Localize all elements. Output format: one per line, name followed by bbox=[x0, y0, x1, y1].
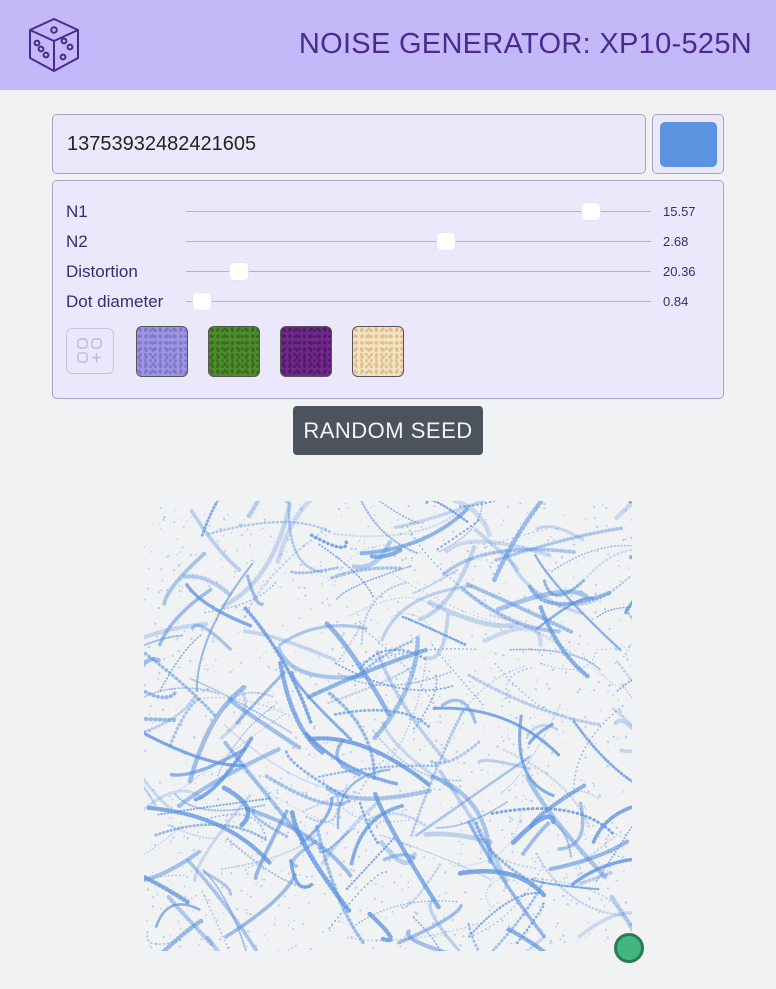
slider-track[interactable] bbox=[186, 263, 651, 280]
color-picker[interactable] bbox=[652, 114, 724, 174]
slider-track[interactable] bbox=[186, 293, 651, 310]
app-root: NOISE GENERATOR: XP10-525N N1 15.57 N2 2.68… bbox=[0, 0, 776, 989]
status-indicator[interactable] bbox=[614, 933, 644, 963]
slider-thumb[interactable] bbox=[581, 203, 600, 220]
slider-track[interactable] bbox=[186, 203, 651, 220]
preset-swatch-cream[interactable] bbox=[352, 326, 404, 377]
slider-thumb[interactable] bbox=[437, 233, 456, 250]
controls-panel: N1 15.57 N2 2.68 Distortion 20.36 Dot diameter… bbox=[52, 180, 724, 399]
slider-label: N1 bbox=[66, 202, 88, 221]
slider-label: Distortion bbox=[66, 262, 138, 281]
slider-value: 0.84 bbox=[663, 294, 689, 309]
preset-swatch-lavender[interactable] bbox=[136, 326, 188, 377]
slider-value: 15.57 bbox=[663, 204, 696, 219]
preset-swatch-purple[interactable] bbox=[280, 326, 332, 377]
header-bar: NOISE GENERATOR: XP10-525N bbox=[0, 0, 776, 90]
slider-thumb[interactable] bbox=[230, 263, 249, 280]
preset-swatch-green[interactable] bbox=[208, 326, 260, 377]
slider-value: 2.68 bbox=[663, 234, 689, 249]
dice-icon bbox=[24, 15, 84, 75]
noise-canvas[interactable] bbox=[144, 501, 632, 951]
slider-thumb[interactable] bbox=[193, 293, 212, 310]
slider-row: Distortion 20.36 bbox=[66, 261, 716, 283]
page-title: NOISE GENERATOR: XP10-525N bbox=[298, 28, 752, 60]
random-seed-button[interactable]: RANDOM SEED bbox=[293, 406, 483, 455]
add-grid-icon[interactable] bbox=[66, 328, 114, 374]
seed-input[interactable] bbox=[52, 114, 646, 174]
slider-label: N2 bbox=[66, 232, 88, 251]
slider-label: Dot diameter bbox=[66, 292, 164, 311]
slider-value: 20.36 bbox=[663, 264, 696, 279]
color-swatch bbox=[660, 122, 717, 167]
slider-row: Dot diameter 0.84 bbox=[66, 291, 716, 313]
slider-row: N1 15.57 bbox=[66, 201, 716, 223]
noise-pattern bbox=[144, 501, 632, 951]
slider-row: N2 2.68 bbox=[66, 231, 716, 253]
slider-track[interactable] bbox=[186, 233, 651, 250]
